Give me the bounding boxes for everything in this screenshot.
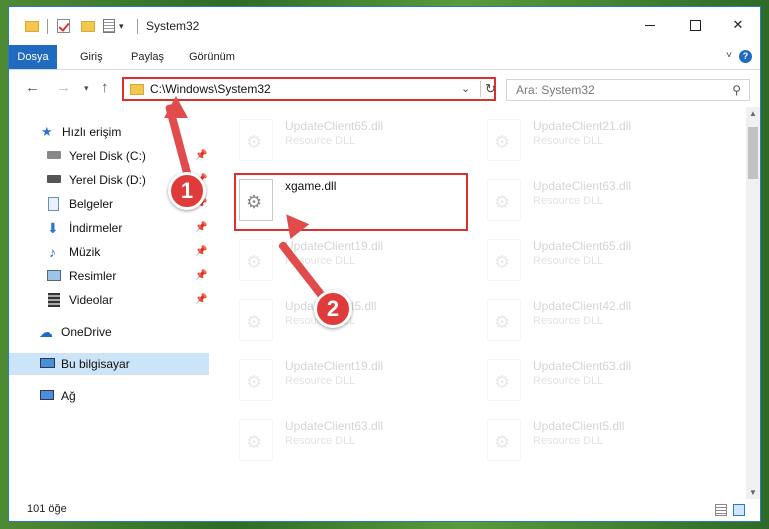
dll-file-icon (239, 359, 273, 401)
up-button[interactable]: ↑ (101, 79, 109, 96)
sidebar-item-onedrive[interactable]: ☁ OneDrive (9, 321, 209, 343)
file-list: UpdateClient65.dll Resource DLL xgame.dl… (217, 107, 744, 499)
scroll-up-icon[interactable]: ▲ (749, 109, 757, 118)
pin-icon[interactable]: 📌 (195, 145, 207, 167)
help-icon[interactable]: ? (739, 50, 752, 63)
dll-file-icon (487, 299, 521, 341)
pin-icon[interactable]: 📌 (195, 289, 207, 311)
dll-file-icon (487, 359, 521, 401)
divider (137, 19, 138, 34)
recent-locations-dropdown-icon[interactable]: ▾ (84, 83, 89, 94)
search-placeholder: Ara: System32 (516, 83, 595, 97)
sidebar-item-videos[interactable]: Videolar 📌 (9, 289, 209, 311)
dll-file-icon (487, 179, 521, 221)
documents-icon (48, 197, 59, 211)
search-icon[interactable]: ⚲ (732, 83, 741, 97)
new-folder-icon[interactable] (81, 21, 95, 32)
computer-icon (40, 358, 55, 368)
dll-file-icon (239, 299, 273, 341)
scrollbar-thumb[interactable] (748, 127, 758, 179)
close-button[interactable]: ✕ (727, 15, 749, 35)
sidebar-item-music[interactable]: ♪ Müzik 📌 (9, 241, 209, 263)
tab-share[interactable]: Paylaş (121, 45, 174, 69)
list-item[interactable]: UpdateClient63.dll Resource DLL (487, 355, 717, 409)
address-path[interactable]: C:\Windows\System32 (150, 82, 271, 96)
divider (47, 19, 48, 34)
list-item[interactable]: UpdateClient5.dll Resource DLL (487, 415, 717, 469)
network-icon (40, 390, 54, 400)
dll-file-icon (239, 239, 273, 281)
list-item[interactable]: UpdateClient65.dll Resource DLL (239, 115, 469, 169)
folder-icon (130, 84, 144, 95)
sidebar-item-downloads[interactable]: ⬇ İndirmeler 📌 (9, 217, 209, 239)
address-row: ← → ▾ ↑ C:\Windows\System32 ⌄ ↻ Ara: Sys… (9, 70, 760, 106)
download-icon: ⬇ (47, 220, 59, 236)
back-button[interactable]: ← (25, 79, 40, 96)
minimize-button[interactable] (639, 15, 661, 35)
dll-file-icon (487, 419, 521, 461)
address-dropdown-icon[interactable]: ⌄ (461, 82, 470, 95)
scroll-down-icon[interactable]: ▼ (749, 488, 757, 497)
list-item[interactable]: UpdateClient63.dll Resource DLL (487, 175, 717, 229)
file-highlight-box (234, 173, 468, 231)
item-count: 101 öğe (27, 503, 67, 515)
navigation-pane: ★ Hızlı erişim Yerel Disk (C:) 📌 Yerel D… (9, 107, 209, 499)
folder-icon (25, 21, 39, 32)
drive-icon (47, 151, 61, 159)
music-icon: ♪ (49, 244, 56, 260)
list-item[interactable]: UpdateClient63.dll Resource DLL (239, 415, 469, 469)
tab-home[interactable]: Giriş (70, 45, 113, 69)
ribbon-tabs: Dosya Giriş Paylaş Görünüm ˅ ? (9, 45, 760, 70)
step-badge-1: 1 (168, 172, 206, 210)
search-input[interactable]: Ara: System32 ⚲ (506, 79, 750, 101)
tiles-view-icon[interactable] (733, 504, 745, 516)
status-bar: 101 öğe (9, 499, 760, 521)
videos-icon (48, 293, 60, 307)
expand-ribbon-icon[interactable]: ˅ (726, 50, 732, 61)
maximize-icon (689, 20, 701, 32)
forward-button[interactable]: → (56, 79, 71, 96)
tab-file[interactable]: Dosya (9, 45, 57, 69)
dll-file-icon (239, 119, 273, 161)
dll-file-icon (487, 119, 521, 161)
sidebar-item-this-pc[interactable]: Bu bilgisayar (9, 353, 209, 375)
pin-icon[interactable]: 📌 (195, 241, 207, 263)
list-item[interactable]: UpdateClient21.dll Resource DLL (487, 115, 717, 169)
window-title: System32 (146, 19, 200, 33)
star-icon: ★ (41, 124, 53, 139)
list-item[interactable]: UpdateClient19.dll Resource DLL (239, 235, 469, 289)
list-item[interactable]: UpdateClient5.dll Resource DLL (239, 295, 469, 349)
dll-file-icon (487, 239, 521, 281)
pin-icon[interactable]: 📌 (195, 217, 207, 239)
refresh-icon[interactable]: ↻ (480, 81, 496, 97)
drive-icon (47, 175, 61, 183)
title-bar: ▾ System32 ✕ (9, 7, 760, 45)
pin-icon[interactable]: 📌 (195, 265, 207, 287)
list-item[interactable]: UpdateClient42.dll Resource DLL (487, 295, 717, 349)
quick-access-dropdown-icon[interactable]: ▾ (119, 21, 129, 31)
annotation-arrowhead-1 (164, 96, 188, 118)
dll-file-icon (239, 419, 273, 461)
tab-view[interactable]: Görünüm (179, 45, 245, 69)
vertical-scrollbar[interactable]: ▲ ▼ (746, 107, 760, 499)
sidebar-item-pictures[interactable]: Resimler 📌 (9, 265, 209, 287)
properties-icon[interactable] (103, 19, 115, 33)
cloud-icon: ☁ (39, 324, 53, 340)
pictures-icon (47, 270, 61, 281)
maximize-button[interactable] (684, 15, 706, 35)
file-explorer-window: ▾ System32 ✕ Dosya Giriş Paylaş Görünüm … (8, 6, 761, 522)
minimize-icon (645, 25, 655, 27)
list-item[interactable]: UpdateClient65.dll Resource DLL (487, 235, 717, 289)
details-view-icon[interactable] (715, 504, 727, 516)
list-item[interactable]: UpdateClient19.dll Resource DLL (239, 355, 469, 409)
properties-check-icon[interactable] (57, 19, 70, 33)
step-badge-2: 2 (314, 290, 352, 328)
sidebar-item-network[interactable]: Ağ (9, 385, 209, 407)
